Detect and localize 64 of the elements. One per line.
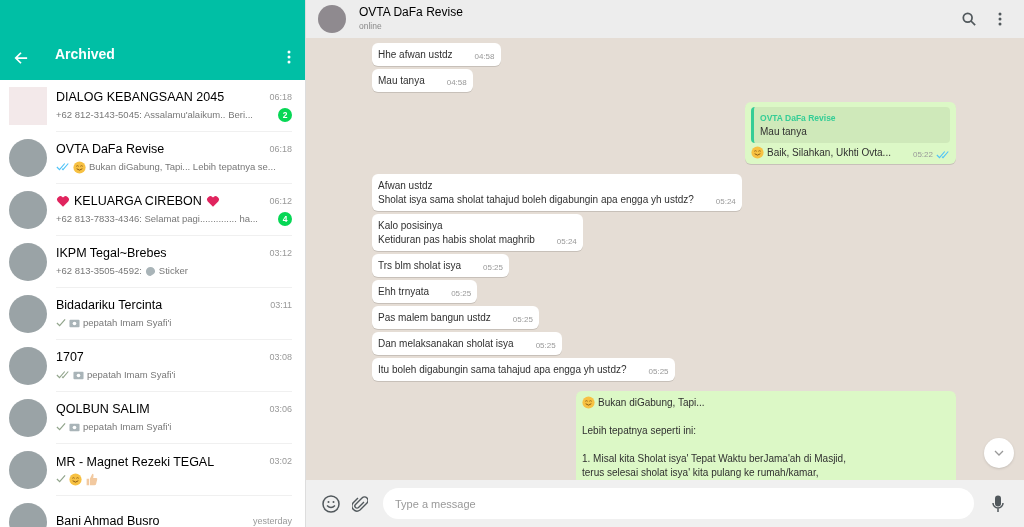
chat-name: Bidadariku Tercinta — [56, 296, 163, 314]
unread-count: 4 — [278, 212, 292, 226]
message-text: Mau tanya — [378, 74, 425, 88]
avatar-photo-placeholder — [318, 5, 346, 33]
message-text: Baik, Silahkan, Ukhti Ovta... — [767, 146, 891, 160]
message-preview: +62 813-7833-4346: Selamat pagi.............. ha... — [56, 211, 258, 226]
message-time: 05:24 — [556, 236, 577, 248]
chevron-down-icon — [994, 450, 1004, 456]
message-preview: pepatah Imam Syafi'i — [87, 367, 176, 382]
smiley-icon[interactable] — [322, 494, 340, 513]
message-text: 1. Misal kita Sholat isya' Tepat Waktu berJama'ah di Masjid, terus selesai sholat isya' kita pulang ke rumah/kamar, — [582, 452, 846, 480]
chat-time: 06:18 — [269, 142, 292, 156]
message-text: Trs blm sholat isya — [378, 259, 461, 273]
message-text: Dan melaksanakan sholat isya — [378, 337, 514, 351]
chat-time: yesterday — [252, 514, 292, 527]
unread-count: 2 — [278, 108, 292, 122]
chat-name: 1707 — [56, 348, 84, 366]
message-text: Itu boleh digabungin sama tahajud apa engga yh ustdz? — [378, 363, 627, 377]
message-time: 05:25 — [648, 366, 669, 378]
message-time: 05:25 — [451, 288, 472, 300]
message-text: Kalo posisinya Ketiduran pas habis sholat maghrib — [378, 219, 535, 247]
message-time: 04:58 — [446, 77, 467, 89]
chat-time: 06:12 — [269, 194, 292, 208]
paperclip-icon[interactable] — [352, 494, 368, 513]
chat-name: MR - Magnet Rezeki TEGAL — [56, 453, 215, 471]
chat-time: 03:02 — [269, 455, 292, 469]
chat-time: 03:08 — [269, 350, 292, 364]
message-text: Afwan ustdz Sholat isya sama sholat tahajud boleh digabungin apa engga yh ustdz? — [378, 179, 694, 207]
message-time: 05:22 — [912, 149, 933, 161]
chat-time: 03:12 — [269, 246, 292, 260]
chat-name: DIALOG KEBANGSAAN 2045 — [56, 88, 225, 106]
search-icon[interactable] — [962, 12, 976, 26]
message-preview: Sticker — [158, 263, 188, 278]
microphone-icon[interactable] — [992, 494, 1004, 513]
message-input[interactable]: Type a message — [383, 488, 974, 519]
message-time: 05:24 — [715, 196, 736, 208]
chat-name: IKPM Tegal~Brebes — [56, 244, 167, 262]
presence-status: online — [359, 20, 383, 33]
chat-name: Bani Ahmad Busro — [56, 513, 160, 527]
header-title: Archived — [55, 45, 115, 64]
message-text: Ehh trnyata — [378, 285, 430, 299]
message-time: 05:25 — [512, 314, 533, 326]
contact-name: OVTA DaFa Revise — [359, 5, 463, 21]
message-text: Hhe afwan ustdz — [378, 48, 453, 62]
chat-time: 03:11 — [270, 298, 292, 312]
quote-text: Mau tanya — [760, 125, 808, 139]
message-time: 04:58 — [474, 51, 495, 63]
quote-author: OVTA DaFa Revise — [760, 112, 837, 125]
chat-name: OVTA DaFa Revise — [56, 140, 165, 158]
message-text: Lebih tepatnya seperti ini: — [582, 424, 696, 438]
chat-time: 06:18 — [269, 90, 292, 104]
message-time: 05:25 — [483, 262, 503, 274]
chat-time: 03:06 — [269, 402, 292, 416]
chat-name: QOLBUN SALIM — [56, 400, 150, 418]
sender-number: +62 813-3505-4592: — [56, 263, 142, 278]
message-preview: Bukan diGabung, Tapi... Lebih tepatnya se... — [89, 159, 276, 174]
menu-icon[interactable] — [998, 12, 1002, 26]
message-preview: pepatah Imam Syafi'i — [83, 315, 172, 330]
message-preview: +62 812-3143-5045: Assalamu'alaikum.. Beri... — [56, 107, 253, 122]
message-time: 05:25 — [535, 340, 556, 352]
message-text: Bukan diGabung, Tapi... — [598, 396, 705, 410]
message-text: Pas malem bangun ustdz — [378, 311, 491, 325]
chat-name: KELUARGA CIREBON — [74, 192, 202, 210]
message-preview: pepatah Imam Syafi'i — [83, 419, 172, 434]
